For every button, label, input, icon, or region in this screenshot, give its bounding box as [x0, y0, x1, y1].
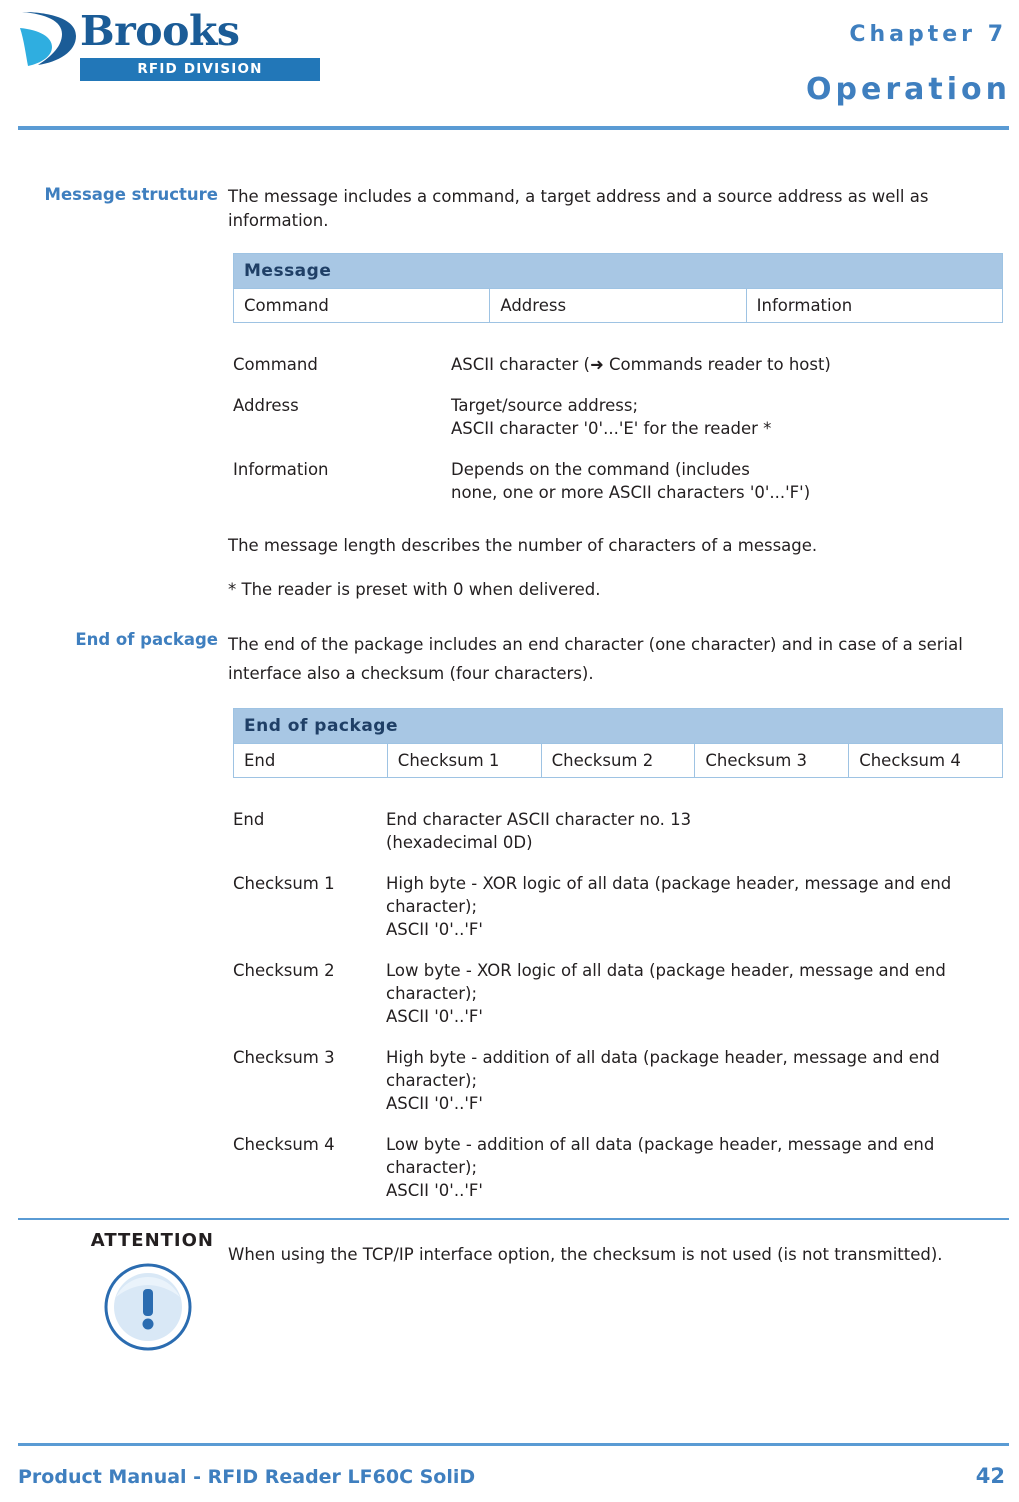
definition-term: End	[233, 810, 265, 829]
eop-cell-end: End	[233, 743, 388, 778]
list-item: Checksum 4 Low byte - addition of all da…	[233, 1133, 1016, 1212]
list-item: End End character ASCII character no. 13…	[233, 808, 1016, 872]
eop-cell-checksum-4: Checksum 4	[848, 743, 1003, 778]
page-title: Operation	[806, 72, 1011, 107]
chapter-label: Chapter 7	[849, 22, 1007, 47]
logo-division-label: RFID DIVISION	[137, 61, 263, 77]
definition-text: ASCII character (➜ Commands reader to ho…	[451, 355, 831, 374]
section-label-message-structure: Message structure	[44, 185, 218, 204]
attention-exclamation-icon	[104, 1263, 192, 1351]
section-message-structure: Message structure The message includes a…	[0, 185, 1019, 602]
message-table: Message Command Address Information	[232, 253, 1004, 323]
brooks-logo: Brooks RFID DIVISION	[18, 7, 320, 81]
definition-term: Address	[233, 396, 299, 415]
logo-wordmark: Brooks	[80, 7, 240, 55]
message-table-header: Message	[233, 253, 1003, 289]
message-cell-information: Information	[745, 288, 1004, 323]
attention-label: ATTENTION	[90, 1230, 214, 1251]
definition-term: Information	[233, 460, 329, 479]
definition-term: Checksum 2	[233, 961, 335, 980]
page-header: Brooks RFID DIVISION Chapter 7 Operation	[0, 0, 1019, 130]
footer-title: Product Manual - RFID Reader LF60C SoliD	[18, 1466, 476, 1488]
definition-text: Depends on the command (includes none, o…	[451, 460, 811, 502]
definition-text: Target/source address; ASCII character '…	[451, 396, 772, 438]
preset-note: * The reader is preset with 0 when deliv…	[228, 580, 601, 599]
end-of-package-intro: The end of the package includes an end c…	[228, 635, 963, 683]
message-length-note: The message length describes the number …	[228, 536, 818, 555]
eop-cell-checksum-2: Checksum 2	[540, 743, 696, 778]
footer-divider	[18, 1443, 1009, 1446]
message-table-header-row: Message	[233, 253, 1003, 289]
end-of-package-definitions: End End character ASCII character no. 13…	[233, 808, 1016, 1212]
section-label-end-of-package: End of package	[75, 630, 218, 649]
eop-cell-checksum-3: Checksum 3	[694, 743, 850, 778]
message-definitions: Command ASCII character (➜ Commands read…	[233, 353, 1016, 522]
message-structure-intro: The message includes a command, a target…	[228, 187, 929, 230]
attention-block: ATTENTION When using the TCP/IP interfac…	[0, 1220, 1019, 1351]
list-item: Command ASCII character (➜ Commands read…	[233, 353, 1016, 394]
list-item: Checksum 1 High byte - XOR logic of all …	[233, 872, 1016, 959]
definition-term: Checksum 4	[233, 1135, 335, 1154]
definition-text: End character ASCII character no. 13 (he…	[386, 810, 692, 852]
list-item: Address Target/source address; ASCII cha…	[233, 394, 1016, 458]
end-of-package-table-header: End of package	[233, 708, 1003, 744]
definition-term: Command	[233, 355, 318, 374]
message-cell-address: Address	[489, 288, 747, 323]
message-cell-command: Command	[232, 288, 491, 323]
end-of-package-table-header-row: End of package	[233, 708, 1003, 744]
definition-term: Checksum 1	[233, 874, 335, 893]
table-row: End Checksum 1 Checksum 2 Checksum 3 Che…	[233, 743, 1003, 778]
section-end-of-package: End of package The end of the package in…	[0, 630, 1019, 1212]
table-row: Command Address Information	[232, 288, 1004, 323]
list-item: Checksum 2 Low byte - XOR logic of all d…	[233, 959, 1016, 1046]
page-content: Message structure The message includes a…	[0, 130, 1019, 1351]
definition-text: Low byte - addition of all data (package…	[386, 1135, 935, 1200]
eop-cell-checksum-1: Checksum 1	[386, 743, 542, 778]
definition-text: Low byte - XOR logic of all data (packag…	[386, 961, 946, 1026]
list-item: Information Depends on the command (incl…	[233, 458, 1016, 522]
logo-division-bar: RFID DIVISION	[80, 58, 320, 81]
definition-term: Checksum 3	[233, 1048, 335, 1067]
page-number: 42	[975, 1464, 1005, 1488]
definition-text: High byte - XOR logic of all data (packa…	[386, 874, 952, 939]
page-footer: Product Manual - RFID Reader LF60C SoliD…	[18, 1464, 1005, 1488]
brooks-swoosh-icon	[20, 12, 76, 66]
attention-text: When using the TCP/IP interface option, …	[228, 1245, 943, 1264]
end-of-package-table: End of package End Checksum 1 Checksum 2…	[233, 708, 1003, 778]
list-item: Checksum 3 High byte - addition of all d…	[233, 1046, 1016, 1133]
definition-text: High byte - addition of all data (packag…	[386, 1048, 940, 1113]
